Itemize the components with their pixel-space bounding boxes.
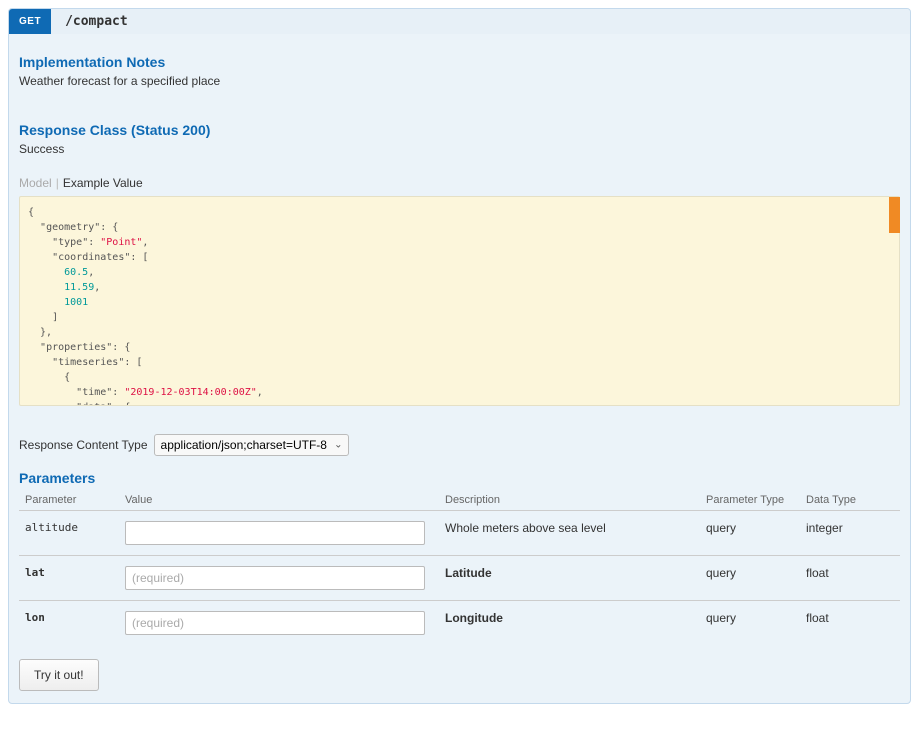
param-dtype: float	[800, 556, 900, 601]
param-desc: Whole meters above sea level	[439, 511, 700, 556]
tab-model[interactable]: Model	[19, 176, 52, 190]
scrollbar-thumb[interactable]	[889, 197, 900, 233]
param-input-lon[interactable]	[125, 611, 425, 635]
parameters-title: Parameters	[19, 470, 900, 486]
param-type: query	[700, 511, 800, 556]
param-name: altitude	[19, 511, 119, 556]
http-method-badge: GET	[9, 9, 51, 34]
tab-example-value[interactable]: Example Value	[63, 176, 143, 190]
table-row: lon Longitude query float	[19, 601, 900, 646]
param-dtype: float	[800, 601, 900, 646]
implementation-notes-title: Implementation Notes	[19, 54, 900, 70]
param-input-altitude[interactable]	[125, 521, 425, 545]
response-content-type-row: Response Content Type application/json;c…	[19, 434, 900, 456]
response-tabs: Model|Example Value	[19, 176, 900, 190]
param-type: query	[700, 601, 800, 646]
col-value: Value	[119, 490, 439, 511]
param-type: query	[700, 556, 800, 601]
table-row: lat Latitude query float	[19, 556, 900, 601]
param-name: lat	[19, 556, 119, 601]
operation-header[interactable]: GET /compact	[9, 9, 910, 34]
endpoint-path: /compact	[51, 14, 142, 29]
api-operation-panel: GET /compact Implementation Notes Weathe…	[8, 8, 911, 704]
col-parameter-type: Parameter Type	[700, 490, 800, 511]
parameters-table: Parameter Value Description Parameter Ty…	[19, 490, 900, 645]
response-content-type-label: Response Content Type	[19, 438, 148, 452]
table-row: altitude Whole meters above sea level qu…	[19, 511, 900, 556]
example-code[interactable]: { "geometry": { "type": "Point", "coordi…	[19, 196, 900, 406]
param-dtype: integer	[800, 511, 900, 556]
implementation-notes-body: Weather forecast for a specified place	[19, 74, 900, 88]
param-desc: Longitude	[439, 601, 700, 646]
param-input-lat[interactable]	[125, 566, 425, 590]
try-it-out-button[interactable]: Try it out!	[19, 659, 99, 691]
param-name: lon	[19, 601, 119, 646]
response-class-title: Response Class (Status 200)	[19, 122, 900, 138]
response-content-type-select[interactable]: application/json;charset=UTF-8	[154, 434, 349, 456]
col-data-type: Data Type	[800, 490, 900, 511]
param-desc: Latitude	[439, 556, 700, 601]
col-parameter: Parameter	[19, 490, 119, 511]
col-description: Description	[439, 490, 700, 511]
response-class-body: Success	[19, 142, 900, 156]
example-code-wrap: { "geometry": { "type": "Point", "coordi…	[19, 196, 900, 406]
